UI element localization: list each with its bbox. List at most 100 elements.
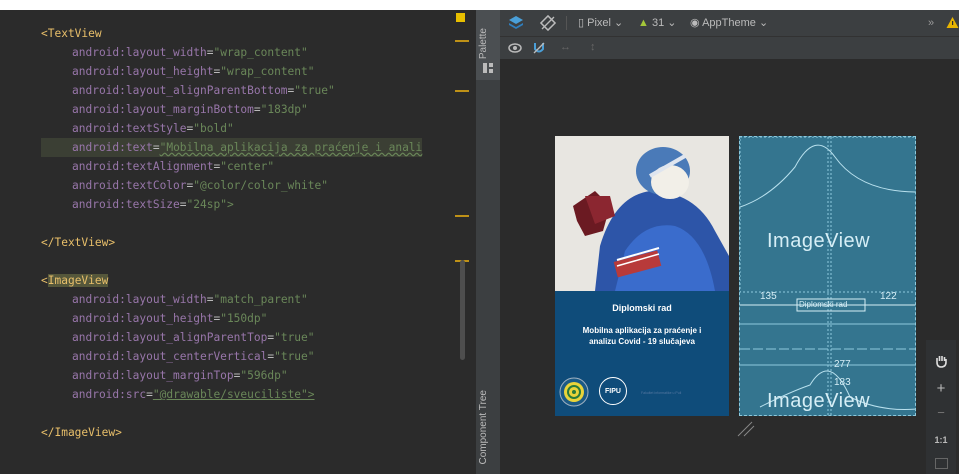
attribute-value: "wrap_content"	[220, 65, 315, 78]
attribute-value: "Mobilna aplikacija za praćenje i anali	[159, 141, 423, 154]
code-line[interactable]: android:text="Mobilna aplikacija za prać…	[41, 138, 423, 157]
chevron-down-icon: ⌄	[758, 17, 769, 29]
design-preview-screen[interactable]: Diplomski rad Mobilna aplikacija za prać…	[555, 136, 729, 416]
attribute-value: "@drawable/sveuciliste">	[152, 388, 315, 401]
constraint-margin-right: 122	[880, 291, 897, 302]
gutter-marker[interactable]	[455, 215, 469, 217]
pan-hand-icon[interactable]	[934, 354, 948, 368]
title-banner: Diplomski rad Mobilna aplikacija za prać…	[555, 291, 729, 416]
tool-window-strip: Palette Component Tree	[475, 10, 501, 474]
chevron-down-icon: ⌄	[667, 17, 677, 29]
attribute-name: layout_height	[125, 312, 214, 325]
attribute-name: textAlignment	[125, 160, 214, 173]
palette-tab-label: Palette	[478, 28, 489, 60]
horizontal-arrows-icon[interactable]: ↔	[560, 39, 571, 55]
attribute-value: "true"	[274, 350, 315, 363]
warning-marker-icon[interactable]	[456, 13, 465, 22]
zoom-controls: + − 1:1	[926, 340, 956, 474]
blueprint-view[interactable]: ImageView ImageView 135 122 Diplomski ra…	[739, 136, 916, 416]
attribute-name: layout_alignParentTop	[125, 331, 268, 344]
gutter-marker[interactable]	[455, 90, 469, 92]
imageview-attributes: android:layout_width="match_parent" andro…	[41, 290, 422, 404]
attribute-name: textStyle	[125, 122, 187, 135]
device-selector[interactable]: ▯ Pixel ⌄	[578, 15, 623, 31]
layers-icon[interactable]	[508, 15, 524, 31]
actual-size-button[interactable]: 1:1	[926, 435, 956, 445]
code-line[interactable]: android:layout_width="match_parent"	[41, 290, 422, 309]
code-line[interactable]: android:src="@drawable/sveuciliste">	[41, 385, 422, 404]
layout-design-surface[interactable]: ▯ Pixel ⌄ ▲ 31 ⌄ ◉ AppTheme ⌄ » ↔ ↕ Dipl…	[500, 10, 959, 474]
textview-attributes: android:layout_width="wrap_content" andro…	[41, 43, 423, 214]
code-line[interactable]	[41, 214, 422, 233]
code-line[interactable]: android:layout_marginTop="596dp"	[41, 366, 422, 385]
textview-open-tag: <TextView	[41, 27, 102, 40]
api-level-selector[interactable]: ▲ 31 ⌄	[638, 15, 676, 31]
android-icon: ▲	[638, 17, 649, 29]
blueprint-imageview-label-bottom: ImageView	[767, 390, 871, 412]
university-logo-icon	[559, 377, 589, 407]
vertical-arrows-icon[interactable]: ↕	[590, 39, 596, 55]
code-line[interactable]: android:layout_alignParentTop="true"	[41, 328, 422, 347]
android-studio-window: <TextView android:layout_width="wrap_con…	[0, 10, 959, 474]
theme-icon: ◉	[690, 17, 700, 29]
attribute-name: layout_width	[125, 46, 207, 59]
orientation-icon[interactable]	[540, 15, 556, 31]
painting-image	[555, 136, 729, 291]
attribute-name: textSize	[125, 198, 180, 211]
blueprint-textview-label: Diplomski rad	[799, 300, 848, 309]
attribute-value: "true"	[274, 331, 315, 344]
code-line[interactable]: android:layout_height="wrap_content"	[41, 62, 422, 81]
imageview-open-tag: ImageView	[47, 274, 109, 287]
toolbar-overflow-button[interactable]: »	[928, 15, 934, 31]
attribute-value: "183dp"	[260, 103, 308, 116]
attribute-value: "match_parent"	[213, 293, 308, 306]
constraint-margin-top: 277	[834, 359, 851, 370]
code-line[interactable]: android:layout_marginBottom="183dp"	[41, 100, 422, 119]
code-line[interactable]	[41, 404, 422, 423]
warning-icon[interactable]	[946, 16, 959, 29]
component-tree-tab-label: Component Tree	[478, 390, 489, 465]
phone-icon: ▯	[578, 17, 585, 29]
attribute-value: "bold"	[193, 122, 234, 135]
theme-selector[interactable]: ◉ AppTheme ⌄	[690, 15, 768, 31]
code-line[interactable]: android:layout_height="150dp"	[41, 309, 422, 328]
code-line[interactable]: android:layout_centerVertical="true"	[41, 347, 422, 366]
code-line[interactable]: <TextView	[41, 24, 422, 43]
constraint-margin-bottom: 183	[834, 377, 851, 388]
zoom-in-button[interactable]: +	[926, 380, 956, 397]
code-line[interactable]: android:textStyle="bold"	[41, 119, 422, 138]
code-line[interactable]: </TextView>	[41, 233, 422, 252]
palette-tab[interactable]: Palette	[476, 10, 500, 80]
imageview-close-tag: </ImageView>	[41, 426, 122, 439]
fit-screen-icon[interactable]	[935, 458, 948, 469]
code-line[interactable]: </ImageView>	[41, 423, 422, 442]
editor-scrollbar[interactable]	[460, 260, 465, 360]
code-line[interactable]	[41, 252, 422, 271]
eye-icon[interactable]	[508, 41, 522, 55]
banner-title: Diplomski rad	[612, 303, 672, 313]
resize-handle-icon[interactable]	[736, 420, 756, 438]
design-toolbar: ▯ Pixel ⌄ ▲ 31 ⌄ ◉ AppTheme ⌄ »	[500, 10, 959, 37]
chevron-down-icon: ⌄	[614, 17, 624, 29]
banner-subtitle-line2: analizu Covid - 19 slučajeva	[589, 337, 695, 346]
zoom-out-button[interactable]: −	[926, 405, 956, 420]
magnet-icon[interactable]	[532, 41, 546, 55]
gutter-marker[interactable]	[455, 40, 469, 42]
attribute-value: "wrap_content"	[213, 46, 308, 59]
banner-subtitle-line1: Mobilna aplikacija za praćenje i	[582, 326, 702, 335]
code-line[interactable]: android:textColor="@color/color_white"	[41, 176, 422, 195]
attribute-value: "true"	[294, 84, 335, 97]
palette-icon	[483, 63, 493, 73]
code-line[interactable]: android:textAlignment="center"	[41, 157, 422, 176]
nurse-painting-illustration	[555, 136, 729, 291]
faculty-caption: Fakultet informatike u Puli	[641, 391, 682, 395]
code-line[interactable]: android:layout_alignParentBottom="true"	[41, 81, 422, 100]
code-line[interactable]: android:textSize="24sp">	[41, 195, 422, 214]
component-tree-tab[interactable]: Component Tree	[476, 390, 500, 474]
attribute-value: "150dp"	[220, 312, 268, 325]
blueprint-imageview-label: ImageView	[767, 230, 871, 252]
xml-code-editor[interactable]: <TextView android:layout_width="wrap_con…	[0, 10, 475, 474]
code-line[interactable]: <ImageView	[41, 271, 422, 290]
code-line[interactable]: android:layout_width="wrap_content"	[41, 43, 422, 62]
attribute-name: textColor	[125, 179, 187, 192]
